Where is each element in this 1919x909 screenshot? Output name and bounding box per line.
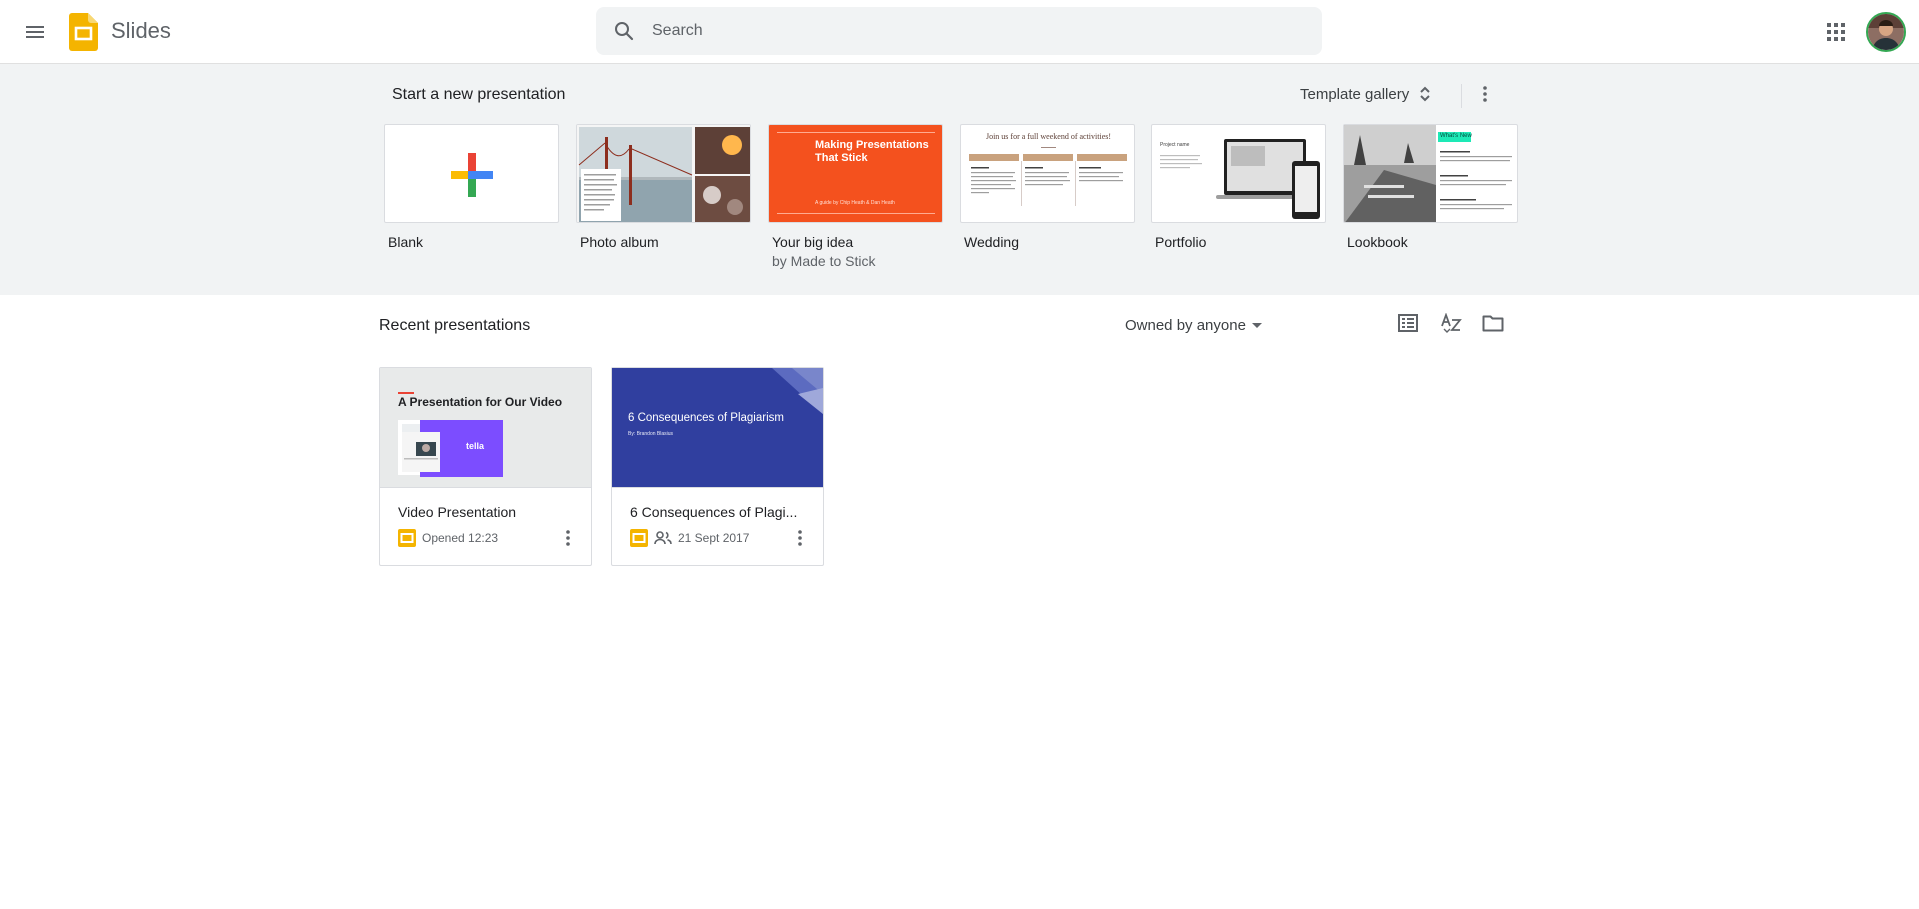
open-file-picker-button[interactable]: [1476, 306, 1510, 340]
hamburger-icon: [26, 26, 44, 38]
template-gallery-button[interactable]: Template gallery: [1292, 76, 1441, 112]
template-thumbnail[interactable]: Project name: [1151, 124, 1326, 223]
list-view-button[interactable]: [1391, 306, 1425, 340]
doc-thumbnail[interactable]: 6 Consequences of Plagiarism By: Brandon…: [612, 368, 823, 488]
doc-more-actions-button[interactable]: [786, 524, 814, 552]
folder-icon: [1482, 315, 1504, 332]
template-toolbar-divider: [1461, 84, 1462, 108]
doc-modified-date: 21 Sept 2017: [678, 531, 750, 545]
template-name: Your big idea: [772, 234, 854, 250]
app-header: Slides: [0, 0, 1919, 64]
template-section: Start a new presentation Template galler…: [0, 64, 1919, 295]
portfolio-preview: [1160, 139, 1320, 219]
template-thumbnail[interactable]: [576, 124, 751, 223]
search-input[interactable]: [652, 7, 1302, 55]
sort-options-button[interactable]: [1434, 306, 1468, 340]
apps-grid-icon: [1827, 23, 1845, 41]
template-author: by Made to Stick: [772, 253, 876, 269]
more-vert-icon: [1483, 86, 1487, 102]
video-presentation-preview: [398, 392, 503, 477]
template-thumbnail[interactable]: [384, 124, 559, 223]
template-name: Blank: [388, 234, 424, 250]
template-lookbook[interactable]: What's New Lookbook: [1343, 124, 1518, 250]
template-thumbnail[interactable]: What's New: [1343, 124, 1518, 223]
slides-logo-icon[interactable]: [69, 13, 98, 51]
template-thumbnail[interactable]: Making Presentations That Stick A guide …: [768, 124, 943, 223]
google-apps-button[interactable]: [1818, 14, 1854, 50]
more-vert-icon: [566, 530, 570, 546]
template-name: Lookbook: [1347, 234, 1408, 250]
lookbook-thumb-title: What's New: [1440, 133, 1472, 139]
template-section-title: Start a new presentation: [392, 86, 566, 103]
doc-more-actions-button[interactable]: [554, 524, 582, 552]
template-portfolio[interactable]: Project name Portfolio: [1151, 124, 1326, 250]
template-name: Photo album: [580, 234, 659, 250]
main-menu-button[interactable]: [17, 14, 53, 50]
plagiarism-preview: [772, 368, 823, 414]
sort-by-alpha-icon: [1441, 313, 1462, 333]
shared-people-icon: [654, 531, 672, 545]
recent-section-title: Recent presentations: [379, 317, 531, 334]
owner-filter-dropdown[interactable]: Owned by anyone: [1117, 310, 1270, 340]
template-name: Portfolio: [1155, 234, 1207, 250]
big-idea-thumb-byline: A guide by Chip Heath & Dan Heath: [815, 200, 895, 206]
wedding-preview: [969, 147, 1127, 206]
recent-doc-card[interactable]: A Presentation for Our Video tella Video…: [379, 367, 592, 566]
recent-doc-card[interactable]: 6 Consequences of Plagiarism By: Brandon…: [611, 367, 824, 566]
doc-thumb-byline: By: Brandon Blasius: [628, 431, 674, 437]
template-gallery-label: Template gallery: [1300, 85, 1410, 103]
photo-album-preview: [577, 125, 750, 222]
template-name: Wedding: [964, 234, 1020, 250]
doc-name: Video Presentation: [398, 504, 517, 520]
owner-filter-label: Owned by anyone: [1125, 316, 1246, 334]
doc-opened-time: Opened 12:23: [422, 531, 499, 545]
arrow-drop-down-icon: [1251, 322, 1262, 328]
list-view-icon: [1398, 314, 1418, 332]
doc-thumbnail[interactable]: A Presentation for Our Video tella: [380, 368, 591, 488]
template-blank[interactable]: Blank: [384, 124, 559, 250]
tella-brand-label: tella: [466, 441, 485, 451]
account-avatar[interactable]: [1866, 12, 1906, 52]
doc-meta: Opened 12:23: [398, 529, 498, 547]
slides-file-icon: [398, 529, 416, 547]
template-wedding[interactable]: Join us for a full weekend of activities…: [960, 124, 1135, 250]
unfold-more-icon: [1420, 86, 1430, 102]
plus-icon: [451, 153, 493, 197]
more-vert-icon: [798, 530, 802, 546]
app-name[interactable]: Slides: [111, 18, 171, 44]
template-more-button[interactable]: [1469, 78, 1501, 110]
big-idea-thumb-title: Making Presentations That Stick: [815, 139, 929, 164]
template-big-idea[interactable]: Making Presentations That Stick A guide …: [768, 124, 943, 269]
lookbook-preview: [1344, 125, 1512, 222]
template-thumbnail[interactable]: Join us for a full weekend of activities…: [960, 124, 1135, 223]
search-box[interactable]: [596, 7, 1322, 55]
doc-meta: 21 Sept 2017: [630, 529, 749, 547]
slides-file-icon: [630, 529, 648, 547]
user-photo-icon: [1868, 14, 1904, 50]
doc-thumb-title: 6 Consequences of Plagiarism: [628, 412, 784, 424]
doc-name: 6 Consequences of Plagi...: [630, 504, 798, 520]
template-photo-album[interactable]: Photo album: [576, 124, 751, 250]
search-icon[interactable]: [612, 19, 636, 43]
